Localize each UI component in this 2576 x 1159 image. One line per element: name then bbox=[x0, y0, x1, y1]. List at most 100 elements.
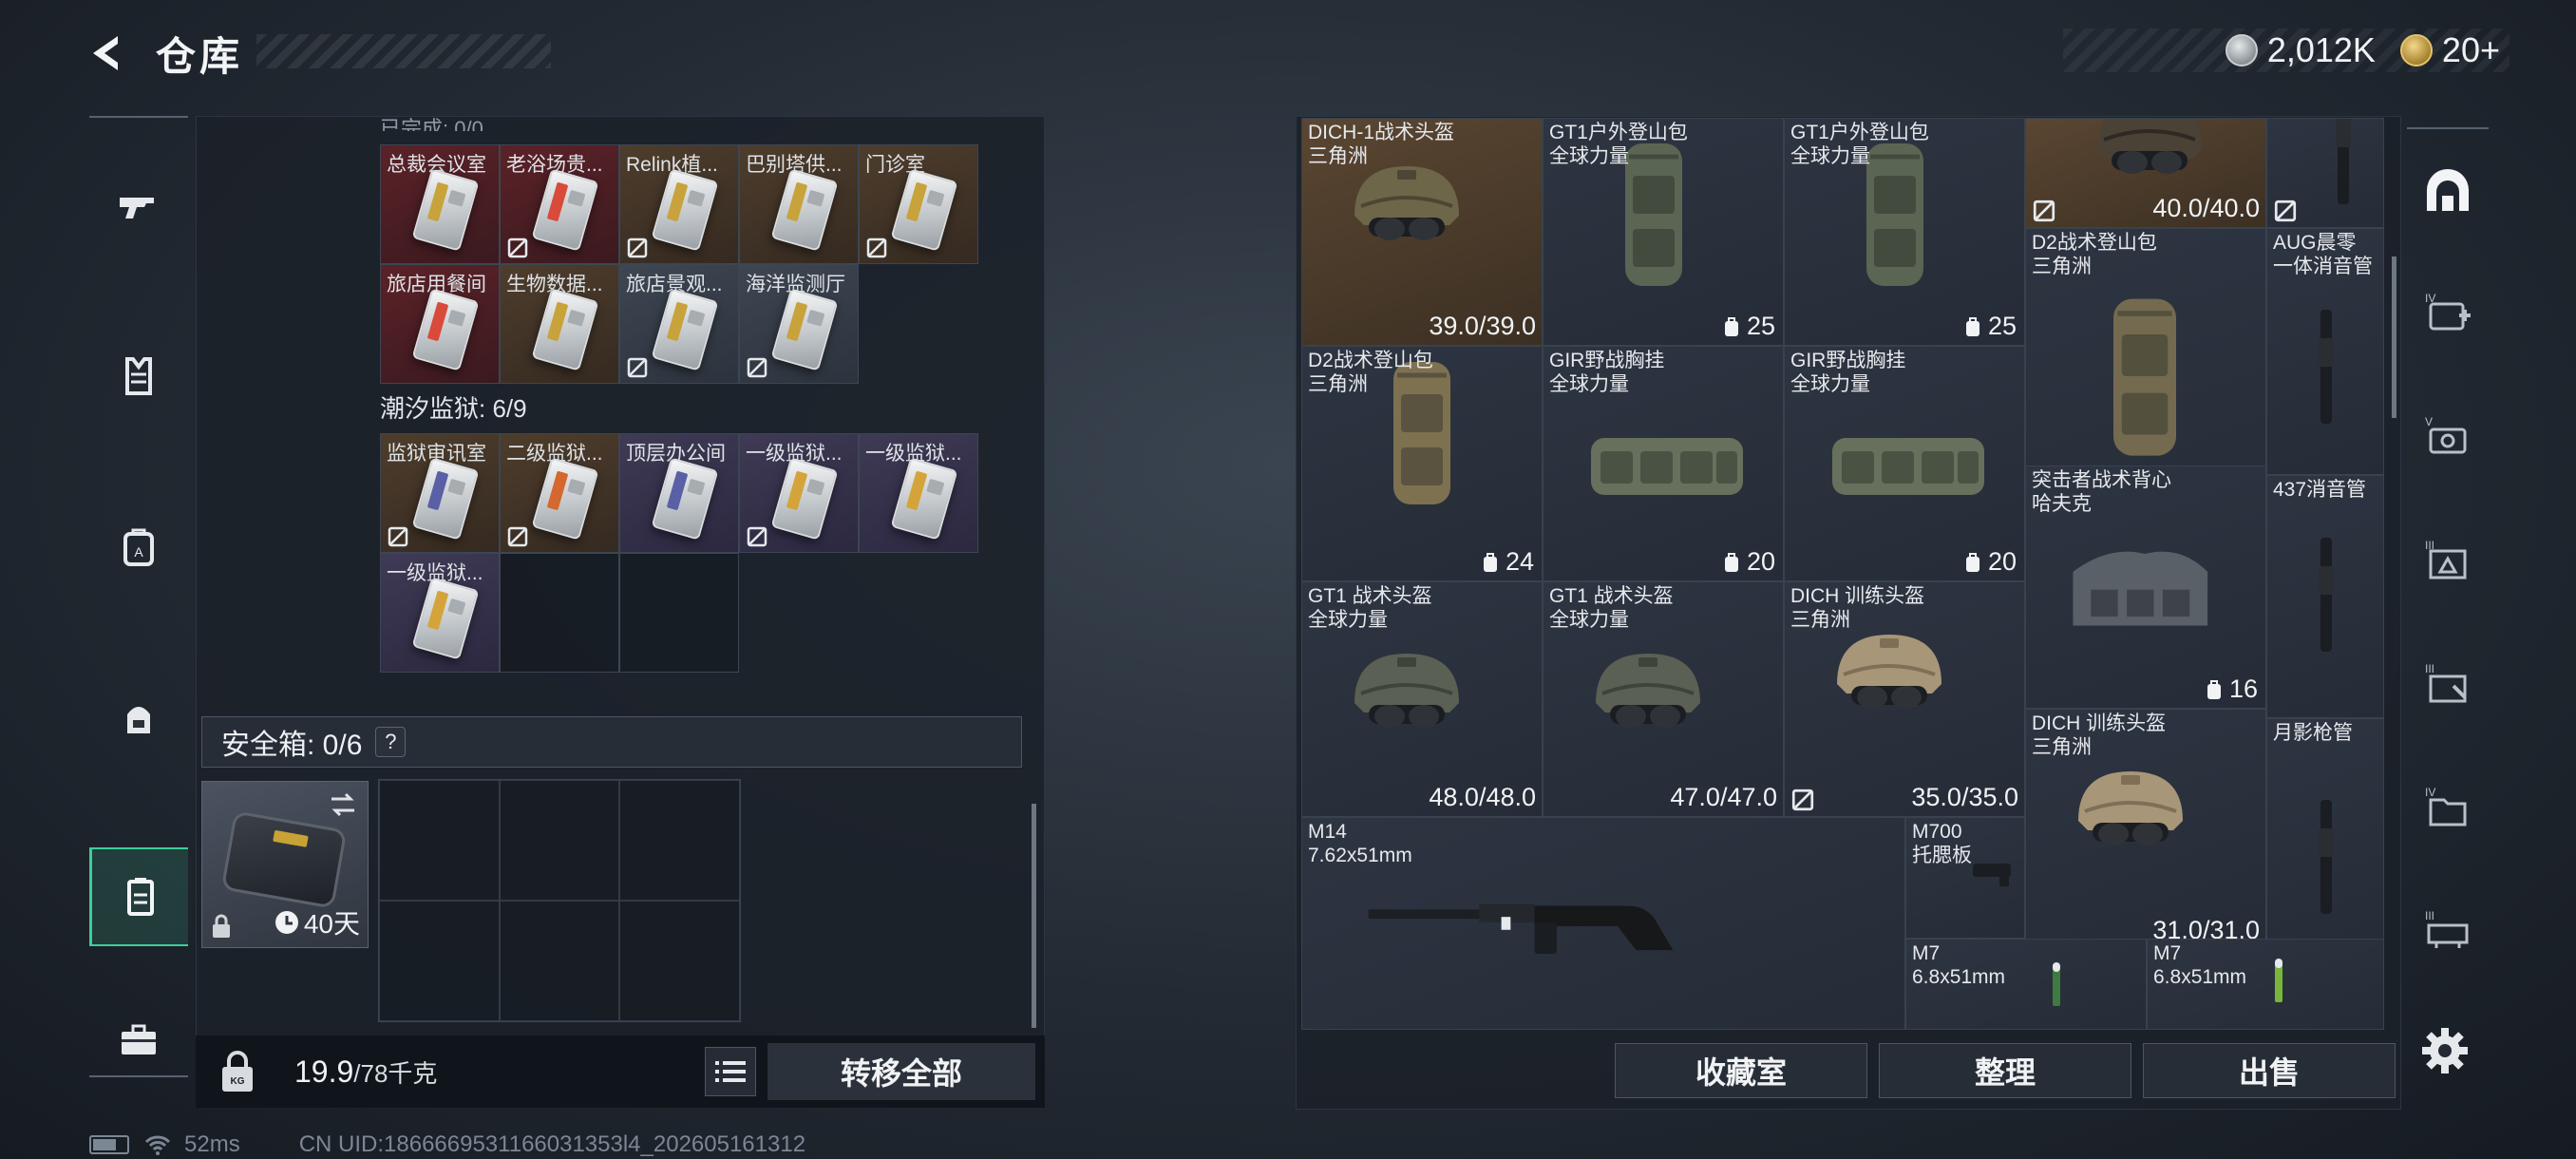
svg-text:III: III bbox=[2425, 909, 2434, 922]
transfer-all-button[interactable]: 转移全部 bbox=[767, 1043, 1035, 1100]
stash-item-gir-rig-b[interactable]: GIR野战胸挂 全球力量 20 bbox=[1784, 346, 2025, 581]
rail-container[interactable] bbox=[89, 847, 188, 946]
stash-item-dich1-helmet[interactable]: DICH-1战术头盔 三角洲 39.0/39.0 bbox=[1301, 118, 1543, 346]
stash-item-dich-train-b[interactable]: DICH 训练头盔 三角洲 31.0/31.0 bbox=[2025, 709, 2266, 950]
keycard-item[interactable]: 总裁会议室 bbox=[380, 144, 500, 264]
stash-item-gt1-bag-a[interactable]: GT1户外登山包 全球力量 25 bbox=[1543, 118, 1784, 346]
rail-home[interactable] bbox=[2407, 141, 2489, 239]
stash-item-m7-ammo-a[interactable]: M7 6.8x51mm bbox=[1905, 939, 2147, 1030]
rail-armor[interactable] bbox=[89, 327, 188, 426]
rail-tier5-armor[interactable]: V bbox=[2407, 388, 2489, 486]
rail-tier3-rig[interactable]: III bbox=[2407, 882, 2489, 980]
sell-button[interactable]: 出售 bbox=[2143, 1043, 2396, 1098]
stash-item-top-helmet[interactable]: 40.0/40.0 bbox=[2025, 118, 2266, 228]
keycard-item[interactable]: 监狱审讯室 bbox=[380, 433, 500, 553]
stash-item-m14[interactable]: M14 7.62x51mm bbox=[1301, 817, 1905, 1030]
back-arrow-icon[interactable] bbox=[85, 30, 131, 76]
list-view-button[interactable] bbox=[705, 1047, 756, 1096]
item-name: 突击者战术背心 哈夫克 bbox=[2032, 469, 2171, 515]
keycard-item[interactable]: 门诊室 bbox=[859, 144, 978, 264]
rail-tier3-helmet[interactable]: III bbox=[2407, 635, 2489, 733]
stash-item-dich-train-a[interactable]: DICH 训练头盔 三角洲 35.0/35.0 bbox=[1784, 581, 2025, 817]
keycard-item[interactable]: 老浴场贵... bbox=[500, 144, 619, 264]
keycard-item[interactable]: 一级监狱... bbox=[859, 433, 978, 553]
keycard-item[interactable]: Relink植... bbox=[619, 144, 739, 264]
rail-tier3-armor[interactable]: III bbox=[2407, 511, 2489, 610]
helmet-bag-icon bbox=[127, 707, 150, 733]
keycard-item[interactable]: 二级监狱... bbox=[500, 433, 619, 553]
rail-tier4-folder[interactable]: IV bbox=[2407, 758, 2489, 857]
item-art bbox=[1354, 654, 1459, 728]
stash-item-m7-ammo-b[interactable]: M7 6.8x51mm bbox=[2147, 939, 2384, 1030]
collection-room-button[interactable]: 收藏室 bbox=[1615, 1043, 1867, 1098]
rail-equipment[interactable] bbox=[89, 669, 188, 768]
capacity-badge: 20 bbox=[1961, 547, 2017, 577]
capacity-icon bbox=[1724, 552, 1738, 572]
sort-button[interactable]: 整理 bbox=[1879, 1043, 2131, 1098]
safebox-slot[interactable] bbox=[619, 901, 740, 1021]
keycard-item[interactable]: 巴别塔供... bbox=[739, 144, 859, 264]
item-name: D2战术登山包 三角洲 bbox=[1308, 350, 1433, 395]
keycard-item[interactable]: 一级监狱... bbox=[380, 553, 500, 673]
safebox-header: 安全箱: 0/6 ? bbox=[201, 716, 1022, 768]
stash-item-suppressor-437[interactable]: 437消音管 bbox=[2266, 475, 2384, 718]
rail-backpack[interactable]: A bbox=[89, 498, 188, 597]
swap-icon[interactable] bbox=[328, 789, 358, 820]
rail-weapons[interactable] bbox=[89, 156, 188, 255]
left-scrollbar[interactable] bbox=[1032, 804, 1036, 1028]
empty-slot[interactable] bbox=[619, 553, 739, 673]
gold-currency[interactable]: 20+ bbox=[2399, 30, 2500, 70]
stash-item-m700-stock[interactable]: M700 托腮板 bbox=[1905, 817, 2025, 939]
clock-icon bbox=[275, 911, 298, 934]
safebox-label: 安全箱: 0/6 bbox=[221, 730, 363, 761]
safebox-slot[interactable] bbox=[619, 780, 740, 901]
safebox-slot[interactable] bbox=[379, 780, 500, 901]
stash-scrollbar[interactable] bbox=[2392, 256, 2396, 418]
stash-item-top-suppressor[interactable] bbox=[2266, 118, 2384, 228]
stash-item-gt1-bag-b[interactable]: GT1户外登山包 全球力量 25 bbox=[1784, 118, 2025, 346]
tier5-armor-icon: V bbox=[2425, 415, 2467, 454]
empty-slot[interactable] bbox=[500, 553, 619, 673]
stash-item-aug-suppressor[interactable]: AUG晨零 一体消音管 bbox=[2266, 228, 2384, 475]
ping-text: 52ms bbox=[184, 1131, 240, 1157]
rail-toolbox[interactable] bbox=[89, 990, 188, 1089]
stash-item-gt1-helmet-b[interactable]: GT1 战术头盔 全球力量 47.0/47.0 bbox=[1543, 581, 1784, 817]
capacity-icon bbox=[1965, 316, 1979, 336]
capacity-badge: 25 bbox=[1961, 312, 2017, 341]
stash-item-gir-rig-a[interactable]: GIR野战胸挂 全球力量 20 bbox=[1543, 346, 1784, 581]
keycard-item[interactable]: 旅店景观... bbox=[619, 264, 739, 384]
settings-gear-icon[interactable] bbox=[2418, 1024, 2472, 1077]
durability-text: 47.0/47.0 bbox=[1670, 783, 1777, 811]
keycard-item[interactable]: 顶层办公间 bbox=[619, 433, 739, 553]
keycard-item[interactable]: 生物数据... bbox=[500, 264, 619, 384]
keycard-section-header: 已完成: 0/0 bbox=[380, 117, 483, 131]
svg-text:V: V bbox=[2425, 415, 2433, 428]
stash-item-moon-barrel[interactable]: 月影枪管 bbox=[2266, 718, 2384, 961]
safebox-slot[interactable] bbox=[499, 901, 620, 1021]
stash-item-gt1-helmet-a[interactable]: GT1 战术头盔 全球力量 48.0/48.0 bbox=[1301, 581, 1543, 817]
keycard-icon bbox=[651, 457, 719, 541]
silver-currency[interactable]: 2,012K bbox=[2225, 30, 2376, 70]
item-name: DICH-1战术头盔 三角洲 bbox=[1308, 122, 1455, 167]
help-icon[interactable]: ? bbox=[375, 727, 407, 757]
weight-value: 19.9 bbox=[294, 1054, 354, 1089]
item-name: GT1户外登山包 全球力量 bbox=[1549, 122, 1688, 167]
rail-tier4-medkit[interactable]: IV bbox=[2407, 264, 2489, 363]
keycard-icon bbox=[411, 457, 480, 541]
stash-item-assault-vest[interactable]: 突击者战术背心 哈夫克 16 bbox=[2025, 466, 2266, 709]
safebox-slot[interactable] bbox=[379, 901, 500, 1021]
durability-text: 48.0/48.0 bbox=[1429, 783, 1536, 811]
status-bar: 52ms CN UID:1866669531166031353l4_202605… bbox=[89, 1130, 805, 1159]
keycard-item[interactable]: 一级监狱... bbox=[739, 433, 859, 553]
right-category-rail: IV V III III IV III bbox=[2407, 127, 2489, 1020]
stash-item-d2-bag-left[interactable]: D2战术登山包 三角洲 24 bbox=[1301, 346, 1543, 581]
silver-coin-icon bbox=[2225, 34, 2258, 66]
keycard-item[interactable]: 旅店用餐间 bbox=[380, 264, 500, 384]
item-name: M700 托腮板 bbox=[1912, 821, 1972, 866]
svg-text:IV: IV bbox=[2425, 786, 2435, 799]
battery-icon bbox=[89, 1135, 129, 1154]
safebox-slots[interactable] bbox=[378, 779, 741, 1022]
safebox-slot[interactable] bbox=[499, 780, 620, 901]
keycard-item[interactable]: 海洋监测厅 bbox=[739, 264, 859, 384]
safebox-case-item[interactable]: 40天 bbox=[201, 781, 369, 948]
